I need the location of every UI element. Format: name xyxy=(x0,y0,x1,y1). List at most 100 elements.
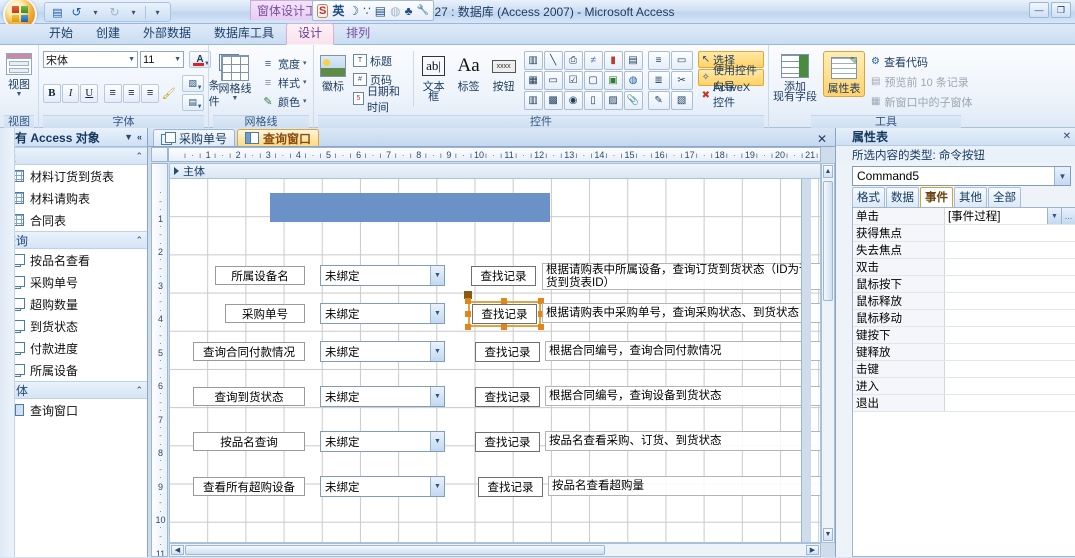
add-existing-fields-button[interactable]: 添加 现有字段 xyxy=(773,51,817,103)
chevron-up-icon[interactable]: ⌃ xyxy=(135,235,143,246)
special-effect-icon[interactable]: ▧ xyxy=(670,91,693,110)
tab-arrange[interactable]: 排列 xyxy=(335,24,381,44)
property-value[interactable] xyxy=(945,293,1075,309)
resize-handle-ml[interactable] xyxy=(465,311,471,317)
row-combo-5[interactable]: 未绑定 ▼ xyxy=(320,476,445,497)
property-sheet-button[interactable]: ✎ 属性表 xyxy=(823,51,865,97)
property-row[interactable]: 击键 xyxy=(853,361,1075,378)
property-value[interactable] xyxy=(945,344,1075,360)
property-row[interactable]: 单击 [事件过程] ▼… xyxy=(853,208,1075,225)
nav-group-header-forms[interactable]: 窗体 ⌃ xyxy=(0,381,147,399)
property-row[interactable]: 鼠标释放 xyxy=(853,293,1075,310)
prop-tab-other[interactable]: 其他 xyxy=(954,187,987,207)
hyperlink-icon[interactable]: ◍ xyxy=(623,71,643,90)
canvas-vertical-scrollbar[interactable]: ▲ ▼ xyxy=(821,163,835,543)
doc-tab-form[interactable]: 查询窗口 xyxy=(237,129,320,146)
tab-external-data[interactable]: 外部数据 xyxy=(132,24,202,44)
chevron-down-icon[interactable]: ▾ xyxy=(303,98,307,105)
chart-icon[interactable]: ▮ xyxy=(603,51,623,70)
row-label-5[interactable]: 查看所有超购设备 xyxy=(193,477,305,496)
minimize-button[interactable]: — xyxy=(1029,2,1049,18)
row-label-2[interactable]: 查询合同付款情况 xyxy=(193,342,305,361)
close-icon[interactable]: ✕ xyxy=(1063,131,1071,142)
property-value[interactable] xyxy=(945,276,1075,292)
bound-object-icon[interactable]: ▥ xyxy=(523,91,543,110)
view-dropdown-icon[interactable]: ▼ xyxy=(16,91,23,98)
line-color-icon[interactable]: ✎ xyxy=(647,91,670,110)
tab-home[interactable]: 开始 xyxy=(38,24,84,44)
nav-item-query-4[interactable]: 付款进度 xyxy=(0,337,147,359)
row-combo-0[interactable]: 未绑定 ▼ xyxy=(320,265,445,286)
chevron-down-icon[interactable]: ▼ xyxy=(197,104,203,110)
row-combo-3[interactable]: 未绑定 ▼ xyxy=(320,386,445,407)
chevron-up-icon[interactable]: ⌃ xyxy=(135,385,143,396)
title-button[interactable]: T 标题 xyxy=(353,52,408,69)
property-row[interactable]: 双击 xyxy=(853,259,1075,276)
collapse-pane-icon[interactable]: « xyxy=(135,132,144,142)
activex-controls-button[interactable]: ✖ ActiveX 控件 xyxy=(698,82,764,109)
property-value[interactable] xyxy=(945,259,1075,275)
anchoring-icon[interactable]: ≣ xyxy=(647,71,670,90)
chevron-down-icon[interactable]: ▼ xyxy=(122,132,135,142)
underline-button[interactable]: U xyxy=(80,83,99,103)
option-button-icon[interactable]: ◉ xyxy=(563,91,583,110)
chevron-down-icon[interactable]: ▾ xyxy=(303,79,307,86)
row-button-3[interactable]: 查找记录 xyxy=(475,387,540,407)
chevron-down-icon[interactable]: ▼ xyxy=(430,477,444,496)
chevron-up-icon[interactable]: ⌃ xyxy=(135,151,143,162)
rectangle-icon[interactable]: ≠ xyxy=(583,51,603,70)
row-button-4[interactable]: 查找记录 xyxy=(475,432,540,452)
ime-skin-icon[interactable]: ♣ xyxy=(405,4,413,18)
row-label-3[interactable]: 查询到货状态 xyxy=(193,387,305,406)
vertical-scroll-thumb[interactable] xyxy=(823,181,833,301)
control-margin-icon[interactable]: ▭ xyxy=(670,51,693,70)
prop-tab-data[interactable]: 数据 xyxy=(886,187,919,207)
property-object-selector[interactable]: Command5 ▼ xyxy=(852,166,1071,186)
row-description-2[interactable]: 根据合同编号，查询合同付款情况 xyxy=(545,341,820,361)
row-label-1[interactable]: 采购单号 xyxy=(225,304,305,323)
close-document-button[interactable]: ✕ xyxy=(813,132,831,146)
tab-create[interactable]: 创建 xyxy=(85,24,131,44)
chevron-down-icon[interactable]: ▼ xyxy=(1054,167,1070,185)
gridline-style-button[interactable]: ≡ 样式 ▾ xyxy=(261,74,307,91)
form-header-banner[interactable] xyxy=(270,193,550,222)
nav-item-query-2[interactable]: 超购数量 xyxy=(0,293,147,315)
format-painter-button[interactable]: 🖌 xyxy=(160,84,178,103)
label-control-button[interactable]: Aa 标签 xyxy=(454,51,484,93)
property-value[interactable] xyxy=(945,242,1075,258)
row-label-4[interactable]: 按品名查询 xyxy=(193,432,305,451)
property-value[interactable] xyxy=(945,395,1075,411)
view-button[interactable]: 视图 ▼ xyxy=(4,49,34,98)
nav-item-query-5[interactable]: 所属设备 xyxy=(0,359,147,381)
canvas-horizontal-scrollbar[interactable]: ◀ ▶ xyxy=(169,543,821,557)
row-description-1[interactable]: 根据请购表中采购单号，查询采购状态、到货状态 xyxy=(542,303,820,323)
property-row[interactable]: 鼠标按下 xyxy=(853,276,1075,293)
nav-item-form-0[interactable]: 查询窗口 xyxy=(0,399,147,421)
scroll-up-arrow-icon[interactable]: ▲ xyxy=(823,165,833,178)
nav-group-header-queries[interactable]: 查询 ⌃ xyxy=(0,231,147,249)
resize-handle-tc[interactable] xyxy=(501,298,507,304)
ime-logo-icon[interactable]: S xyxy=(317,3,329,18)
tab-design[interactable]: 设计 xyxy=(286,23,335,45)
ime-settings-icon[interactable]: 🔧 xyxy=(416,5,428,16)
button-control-button[interactable]: xxxx 按钮 xyxy=(489,51,519,93)
line-icon[interactable]: ╲ xyxy=(543,51,563,70)
nav-item-table-0[interactable]: 材料订货到货表 xyxy=(0,165,147,187)
align-center-button[interactable]: ≡ xyxy=(122,83,141,103)
row-combo-4[interactable]: 未绑定 ▼ xyxy=(320,431,445,452)
align-right-button[interactable]: ≡ xyxy=(141,83,159,103)
property-value[interactable] xyxy=(945,310,1075,326)
nav-item-table-2[interactable]: 合同表 xyxy=(0,209,147,231)
chevron-down-icon[interactable]: ▼ xyxy=(430,387,444,406)
restore-button[interactable]: ❐ xyxy=(1051,2,1071,18)
property-row[interactable]: 失去焦点 xyxy=(853,242,1075,259)
font-name-combo[interactable]: 宋体 ▼ xyxy=(43,51,138,68)
font-size-combo[interactable]: 11 ▼ xyxy=(140,51,184,68)
property-row[interactable]: 进入 xyxy=(853,378,1075,395)
property-row[interactable]: 退出 xyxy=(853,395,1075,412)
row-button-2[interactable]: 查找记录 xyxy=(475,342,540,362)
image-icon[interactable]: ▣ xyxy=(603,71,623,90)
picture-icon[interactable]: ▨ xyxy=(603,91,623,110)
page-break-icon[interactable]: ⎙ xyxy=(563,51,583,70)
row-button-1[interactable]: 查找记录 xyxy=(472,304,537,324)
